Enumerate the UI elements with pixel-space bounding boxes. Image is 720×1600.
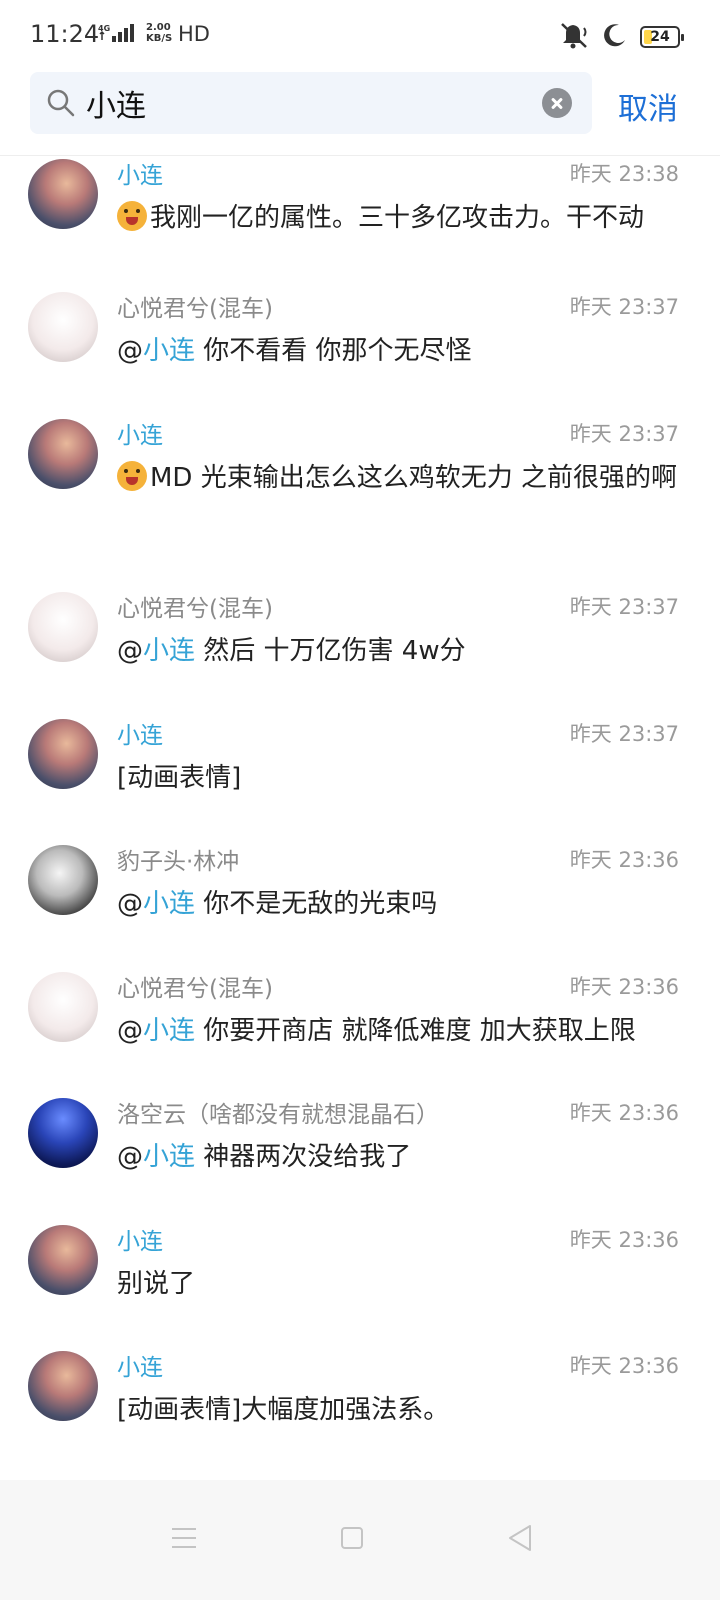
avatar[interactable] xyxy=(28,1225,98,1295)
message-fragment: 然后 十万亿伤害 4w分 xyxy=(195,636,466,666)
signal-icon: 4G xyxy=(98,22,140,52)
status-time: 11:24 xyxy=(30,20,100,48)
message-time: 昨天 23:36 xyxy=(569,975,679,999)
hd-indicator: HD xyxy=(178,22,210,46)
result-item[interactable]: 心悦君兮(混车) 昨天 23:37 @小连 你不看看 你那个无尽怪 xyxy=(0,289,720,415)
result-item[interactable]: 小连 昨天 23:38 我刚一亿的属性。三十多亿攻击力。干不动 xyxy=(0,156,720,282)
home-icon[interactable] xyxy=(322,1508,382,1568)
sender-name: 心悦君兮(混车) xyxy=(117,596,273,622)
message-text: @小连 神器两次没给我了 xyxy=(117,1137,687,1177)
sender-name: 小连 xyxy=(117,423,163,449)
mention: 小连 xyxy=(143,1016,196,1046)
message-fragment: @ xyxy=(117,889,143,919)
back-icon[interactable] xyxy=(490,1508,550,1568)
result-item[interactable]: 心悦君兮(混车) 昨天 23:37 @小连 然后 十万亿伤害 4w分 xyxy=(0,589,720,715)
svg-text:4G: 4G xyxy=(98,24,110,33)
message-fragment: 我刚一亿的属性。三十多亿攻击力。干不动 xyxy=(150,203,645,233)
status-right-icons: 24 xyxy=(558,20,684,54)
sender-name: 小连 xyxy=(117,1355,163,1381)
message-text: 别说了 xyxy=(117,1264,687,1304)
sender-name: 心悦君兮(混车) xyxy=(117,296,273,322)
message-time: 昨天 23:36 xyxy=(569,1354,679,1378)
message-fragment: 你要开商店 就降低难度 加大获取上限 xyxy=(195,1016,636,1046)
search-results-list[interactable]: 小连 昨天 23:38 我刚一亿的属性。三十多亿攻击力。干不动心悦君兮(混车) 昨天 … xyxy=(0,156,720,1480)
result-item[interactable]: 洛空云（啥都没有就想混晶石） 昨天 23:36 @小连 神器两次没给我了 xyxy=(0,1095,720,1221)
result-item[interactable]: 小连 昨天 23:37 MD 光束输出怎么这么鸡软无力 之前很强的啊 xyxy=(0,416,720,542)
status-bar: 11:24 4G 2.00 KB/S HD 24 xyxy=(0,0,720,70)
mute-icon xyxy=(558,20,590,54)
sender-name: 心悦君兮(混车) xyxy=(117,976,273,1002)
sender-name: 小连 xyxy=(117,1229,163,1255)
message-fragment: [动画表情] xyxy=(117,763,242,793)
net-speed-unit: KB/S xyxy=(146,33,173,44)
message-time: 昨天 23:37 xyxy=(569,295,679,319)
mention: 小连 xyxy=(143,336,196,366)
search-box[interactable] xyxy=(30,72,592,134)
avatar[interactable] xyxy=(28,159,98,229)
battery-level: 24 xyxy=(650,29,670,45)
message-time: 昨天 23:37 xyxy=(569,422,679,446)
message-fragment: [动画表情]大幅度加强法系。 xyxy=(117,1395,450,1425)
mention: 小连 xyxy=(143,1142,196,1172)
message-text: 我刚一亿的属性。三十多亿攻击力。干不动 xyxy=(117,198,687,238)
message-fragment: 神器两次没给我了 xyxy=(195,1142,412,1172)
avatar[interactable] xyxy=(28,592,98,662)
message-time: 昨天 23:38 xyxy=(569,162,679,186)
message-fragment: 你不是无敌的光束吗 xyxy=(195,889,438,919)
message-text: @小连 你不是无敌的光束吗 xyxy=(117,884,687,924)
search-icon xyxy=(46,88,76,122)
emoji-icon xyxy=(117,201,147,231)
avatar[interactable] xyxy=(28,292,98,362)
message-fragment: @ xyxy=(117,1142,143,1172)
message-text: [动画表情] xyxy=(117,758,687,798)
message-fragment: 你不看看 你那个无尽怪 xyxy=(195,336,472,366)
sender-name: 小连 xyxy=(117,163,163,189)
message-time: 昨天 23:36 xyxy=(569,1228,679,1252)
result-item[interactable]: 小连 昨天 23:36 别说了 xyxy=(0,1222,720,1348)
message-text: [动画表情]大幅度加强法系。 xyxy=(117,1390,687,1430)
message-fragment: @ xyxy=(117,1016,143,1046)
mention: 小连 xyxy=(143,889,196,919)
emoji-icon xyxy=(117,461,147,491)
search-input[interactable] xyxy=(86,72,526,134)
net-speed: 2.00 KB/S xyxy=(146,22,172,44)
avatar[interactable] xyxy=(28,719,98,789)
mention: 小连 xyxy=(143,636,196,666)
message-fragment: MD 光束输出怎么这么鸡软无力 之前很强的啊 xyxy=(150,463,677,493)
avatar[interactable] xyxy=(28,1351,98,1421)
message-time: 昨天 23:36 xyxy=(569,848,679,872)
net-speed-value: 2.00 xyxy=(146,22,171,33)
result-item[interactable]: 心悦君兮(混车) 昨天 23:36 @小连 你要开商店 就降低难度 加大获取上限 xyxy=(0,969,720,1095)
menu-icon[interactable] xyxy=(154,1508,214,1568)
avatar[interactable] xyxy=(28,1098,98,1168)
moon-icon xyxy=(602,22,628,52)
message-time: 昨天 23:37 xyxy=(569,595,679,619)
message-fragment: @ xyxy=(117,636,143,666)
message-fragment: 别说了 xyxy=(117,1269,196,1299)
result-item[interactable]: 豹子头·林冲 昨天 23:36 @小连 你不是无敌的光束吗 xyxy=(0,842,720,968)
battery-icon: 24 xyxy=(640,26,684,48)
message-text: MD 光束输出怎么这么鸡软无力 之前很强的啊 xyxy=(117,458,687,498)
clear-icon[interactable] xyxy=(542,88,572,118)
sender-name: 洛空云（啥都没有就想混晶石） xyxy=(117,1102,439,1128)
message-text: @小连 你要开商店 就降低难度 加大获取上限 xyxy=(117,1011,687,1051)
result-item[interactable]: 小连 昨天 23:37 [动画表情] xyxy=(0,716,720,842)
message-time: 昨天 23:36 xyxy=(569,1101,679,1125)
message-text: @小连 然后 十万亿伤害 4w分 xyxy=(117,631,687,671)
avatar[interactable] xyxy=(28,419,98,489)
avatar[interactable] xyxy=(28,972,98,1042)
avatar[interactable] xyxy=(28,845,98,915)
message-text: @小连 你不看看 你那个无尽怪 xyxy=(117,331,687,371)
result-item[interactable]: 小连 昨天 23:36 [动画表情]大幅度加强法系。 xyxy=(0,1348,720,1474)
cancel-button[interactable]: 取消 xyxy=(618,84,678,128)
sender-name: 小连 xyxy=(117,723,163,749)
message-time: 昨天 23:37 xyxy=(569,722,679,746)
navigation-bar xyxy=(0,1480,720,1600)
sender-name: 豹子头·林冲 xyxy=(117,849,240,875)
message-fragment: @ xyxy=(117,336,143,366)
